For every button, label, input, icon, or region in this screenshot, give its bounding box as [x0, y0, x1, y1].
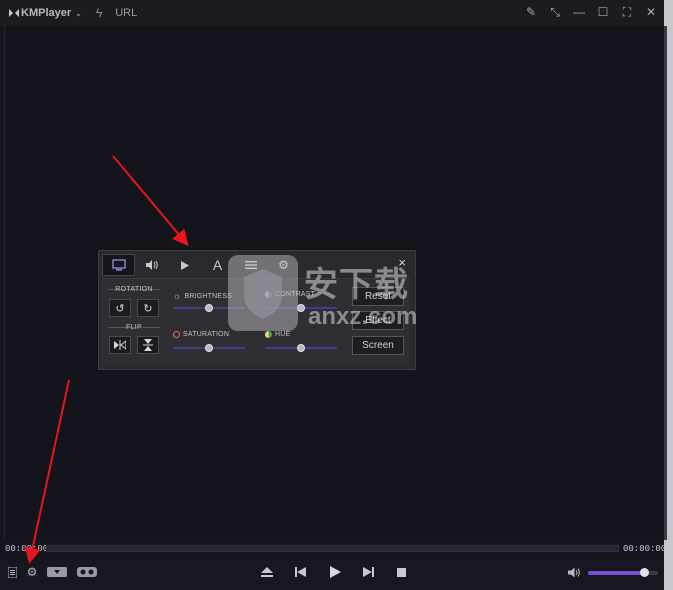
play-icon: [329, 566, 341, 578]
effect-button[interactable]: Effect: [352, 311, 404, 330]
tab-settings[interactable]: ⚙: [267, 254, 300, 276]
rotation-label: ROTATION: [115, 286, 153, 293]
flip-label: FLIP: [126, 324, 142, 331]
time-total: 00:00:00: [623, 544, 667, 554]
saturation-text: SATURATION: [183, 331, 230, 338]
previous-button[interactable]: [293, 564, 307, 580]
speaker-icon: [145, 260, 158, 270]
kmplayer-logo-icon: [9, 9, 19, 17]
saturation-slider-knob[interactable]: [205, 344, 213, 352]
mute-button[interactable]: [567, 564, 581, 580]
eject-button[interactable]: [260, 564, 274, 580]
mini-mode-icon[interactable]: ⤡: [547, 4, 563, 20]
hue-icon: [265, 331, 272, 338]
rotate-ccw-icon: ↺: [115, 302, 125, 315]
vr-button[interactable]: [76, 564, 98, 580]
hue-slider-knob[interactable]: [297, 344, 305, 352]
chevron-down-icon[interactable]: ⌄: [75, 9, 82, 18]
saturation-label: SATURATION: [173, 331, 229, 338]
lightning-icon[interactable]: ϟ: [96, 6, 102, 20]
skip-back-icon: [294, 567, 306, 577]
saturation-icon: [173, 331, 180, 338]
control-panel: A ⚙ × ROTATION ↺ ↻ FLIP ☼ BRIGHTNESS CONT…: [98, 250, 416, 370]
hue-label: HUE: [265, 331, 290, 338]
contrast-icon: [265, 291, 272, 298]
screen-button[interactable]: Screen: [352, 336, 404, 355]
rotate-left-button[interactable]: ↺: [109, 299, 131, 317]
time-current: 00:00:00: [5, 544, 49, 554]
vr-goggles-icon: [77, 567, 97, 577]
tab-subtitle[interactable]: A: [201, 254, 234, 276]
panel-close-button[interactable]: ×: [398, 255, 406, 270]
skip-forward-icon: [362, 567, 374, 577]
url-button[interactable]: URL: [115, 7, 137, 19]
contrast-text: CONTRAST: [275, 291, 316, 298]
playlist-button[interactable]: [6, 564, 18, 580]
download-icon: [47, 567, 67, 577]
play-icon: [180, 260, 189, 270]
volume-fill: [588, 571, 644, 575]
reset-button[interactable]: Reset: [352, 287, 404, 306]
menu-icon: [7, 566, 17, 578]
sun-icon: ☼: [173, 291, 182, 301]
settings-button[interactable]: ⚙: [25, 564, 39, 580]
title-bar: KMPlayer ⌄ ϟ URL ✎ ⤡ — ☐ ⛶ ✕: [0, 0, 673, 26]
flip-horizontal-icon: [114, 340, 126, 350]
panel-body: ROTATION ↺ ↻ FLIP ☼ BRIGHTNESS CONTRAST S…: [102, 278, 410, 365]
close-button[interactable]: ✕: [643, 4, 659, 20]
rotate-cw-icon: ↻: [143, 302, 153, 315]
play-button[interactable]: [328, 564, 342, 580]
brightness-text: BRIGHTNESS: [184, 292, 232, 300]
volume-knob[interactable]: [639, 568, 649, 577]
gear-icon: ⚙: [26, 565, 38, 579]
monitor-icon: [111, 259, 126, 271]
flip-horizontal-button[interactable]: [109, 336, 131, 354]
brightness-label: ☼ BRIGHTNESS: [173, 291, 232, 301]
window-controls: ✎ ⤡ — ☐ ⛶ ✕: [523, 4, 659, 20]
minimize-button[interactable]: —: [571, 4, 587, 20]
scrollbar[interactable]: [664, 26, 667, 540]
maximize-button[interactable]: ☐: [595, 4, 611, 20]
capture-button[interactable]: [46, 564, 68, 580]
hue-text: HUE: [275, 331, 291, 338]
contrast-label: CONTRAST: [265, 291, 315, 298]
list-icon: [244, 261, 257, 269]
app-logo[interactable]: KMPlayer ⌄: [9, 7, 82, 19]
panel-tabs: A ⚙: [102, 254, 410, 276]
gear-icon: ⚙: [278, 258, 289, 272]
volume-slider[interactable]: [588, 568, 658, 577]
stop-icon: [396, 567, 406, 577]
stop-button[interactable]: [394, 564, 408, 580]
eject-icon: [261, 566, 273, 577]
tab-screen[interactable]: [102, 254, 135, 276]
brightness-slider-knob[interactable]: [205, 304, 213, 312]
rotate-right-button[interactable]: ↻: [137, 299, 159, 317]
app-title: KMPlayer: [21, 7, 72, 19]
speaker-icon: [567, 567, 580, 577]
tab-list[interactable]: [234, 254, 267, 276]
next-button[interactable]: [361, 564, 375, 580]
pin-icon[interactable]: ✎: [523, 4, 539, 20]
fullscreen-button[interactable]: ⛶: [619, 4, 635, 20]
tab-playback[interactable]: [168, 254, 201, 276]
tab-audio[interactable]: [135, 254, 168, 276]
flip-vertical-icon: [143, 339, 153, 351]
flip-vertical-button[interactable]: [137, 336, 159, 354]
seek-bar[interactable]: [46, 545, 619, 552]
contrast-slider-knob[interactable]: [297, 304, 305, 312]
